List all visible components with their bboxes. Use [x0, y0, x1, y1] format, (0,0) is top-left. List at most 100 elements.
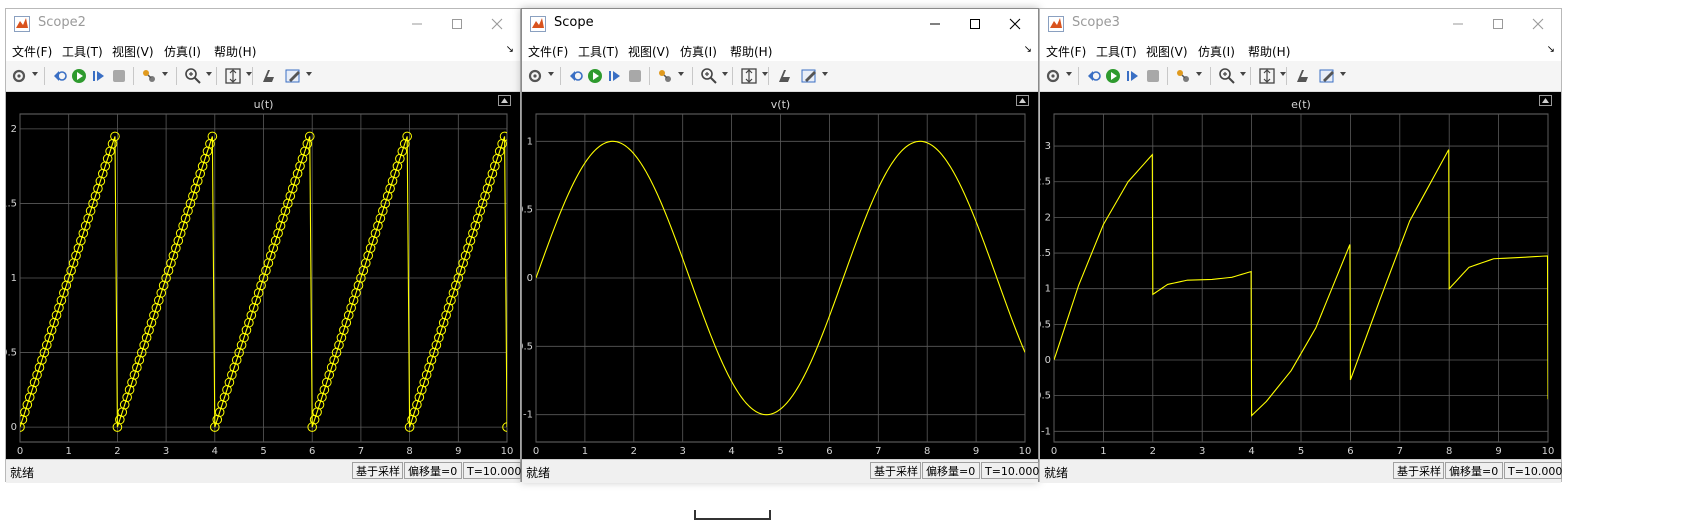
settings-gear-button[interactable] — [1044, 67, 1062, 85]
menu-item-2[interactable]: 视图(V) — [112, 43, 154, 60]
menu-item-4[interactable]: 帮助(H) — [214, 43, 256, 60]
autoscale-icon — [225, 68, 241, 84]
scope-display[interactable]: v(t) 0 1 2 3 4 5 6 7 8 9 10 -1 -0.5 0 0.5 1 — [522, 92, 1038, 459]
chevron-down-icon[interactable] — [762, 72, 768, 76]
zoom-button[interactable] — [184, 67, 202, 85]
zoom-button[interactable] — [1218, 67, 1236, 85]
minimize-button[interactable] — [397, 11, 437, 37]
x-tick-label: 10 — [1019, 446, 1032, 457]
settings-gear-button[interactable] — [10, 67, 28, 85]
chevron-down-icon[interactable] — [822, 72, 828, 76]
x-tick-label: 9 — [973, 446, 979, 457]
minimize-button[interactable] — [915, 11, 955, 37]
chevron-down-icon[interactable] — [1196, 72, 1202, 76]
chevron-down-icon[interactable] — [32, 72, 38, 76]
run-icon — [72, 69, 86, 83]
undock-button[interactable] — [1016, 95, 1029, 106]
stop-button[interactable] — [626, 67, 644, 85]
x-tick-label: 4 — [212, 446, 218, 457]
style-edit-button[interactable] — [1318, 67, 1336, 85]
step-forward-button[interactable] — [1124, 67, 1142, 85]
menu-item-2[interactable]: 视图(V) — [628, 43, 670, 60]
scope-plot[interactable]: e(t) 0 1 2 3 4 5 6 7 8 9 10 -1 -0.5 0 0.5 1 1.5 2 2.5 3 — [1040, 92, 1561, 459]
menu-item-3[interactable]: 仿真(I) — [680, 43, 717, 60]
step-back-button[interactable] — [50, 67, 68, 85]
stop-button[interactable] — [1144, 67, 1162, 85]
menu-item-2[interactable]: 视图(V) — [1146, 43, 1188, 60]
scope-display[interactable]: u(t) 0 1 2 3 4 5 6 7 8 9 10 0 0.5 1 1.5 2 — [6, 92, 520, 459]
chevron-down-icon[interactable] — [678, 72, 684, 76]
stop-button[interactable] — [110, 67, 128, 85]
toolbar-expand-icon[interactable]: ↘ — [1547, 44, 1555, 55]
menu-item-0[interactable]: 文件(F) — [528, 43, 568, 60]
cursor-measure-button[interactable] — [776, 67, 794, 85]
chevron-down-icon[interactable] — [1066, 72, 1072, 76]
minimize-button[interactable] — [1438, 11, 1478, 37]
close-button[interactable] — [1518, 11, 1558, 37]
status-ready: 就绪 — [10, 466, 35, 480]
maximize-button[interactable] — [437, 11, 477, 37]
toolbar-expand-icon[interactable]: ↘ — [1024, 44, 1032, 55]
toolbar-expand-icon[interactable]: ↘ — [506, 44, 514, 55]
undock-icon — [501, 98, 508, 103]
y-tick-label: 3 — [1045, 141, 1051, 152]
scope-window-scope[interactable]: Scope 文件(F) 工具(T) 视图(V) 仿真(I) 帮助(H) ↘ v(t) 0 1 2 3 4… — [521, 8, 1039, 483]
chevron-down-icon[interactable] — [1280, 72, 1286, 76]
autoscale-button[interactable] — [1258, 67, 1276, 85]
scope-display[interactable]: e(t) 0 1 2 3 4 5 6 7 8 9 10 -1 -0.5 0 0.5 1 1.5 2 2.5 3 — [1040, 92, 1561, 459]
chevron-down-icon[interactable] — [548, 72, 554, 76]
toolbar-separator — [1286, 67, 1287, 85]
run-button[interactable] — [1104, 67, 1122, 85]
run-button[interactable] — [586, 67, 604, 85]
y-tick-label: 0.5 — [522, 205, 533, 216]
close-button[interactable] — [995, 11, 1035, 37]
signal-selector-button[interactable] — [1174, 67, 1192, 85]
step-forward-button[interactable] — [90, 67, 108, 85]
menu-item-0[interactable]: 文件(F) — [12, 43, 52, 60]
scope-window-scope3[interactable]: Scope3 文件(F) 工具(T) 视图(V) 仿真(I) 帮助(H) ↘ e(t) 0 1 2 3… — [1039, 8, 1562, 483]
menu-item-1[interactable]: 工具(T) — [1096, 43, 1137, 60]
x-tick-label: 3 — [1199, 446, 1205, 457]
chevron-down-icon[interactable] — [722, 72, 728, 76]
chevron-down-icon[interactable] — [162, 72, 168, 76]
signal-selector-button[interactable] — [140, 67, 158, 85]
cursor-measure-button[interactable] — [1294, 67, 1312, 85]
chevron-down-icon[interactable] — [1240, 72, 1246, 76]
settings-gear-button[interactable] — [526, 67, 544, 85]
chevron-down-icon[interactable] — [306, 72, 312, 76]
chevron-down-icon[interactable] — [206, 72, 212, 76]
x-tick-label: 0 — [533, 446, 539, 457]
step-forward-button[interactable] — [606, 67, 624, 85]
menu-item-0[interactable]: 文件(F) — [1046, 43, 1086, 60]
style-edit-button[interactable] — [284, 67, 302, 85]
scope-toolbar — [1040, 61, 1561, 92]
autoscale-button[interactable] — [740, 67, 758, 85]
close-button[interactable] — [477, 11, 517, 37]
menu-item-3[interactable]: 仿真(I) — [1198, 43, 1235, 60]
scope-plot[interactable]: v(t) 0 1 2 3 4 5 6 7 8 9 10 -1 -0.5 0 0.5 1 — [522, 92, 1038, 459]
chevron-down-icon[interactable] — [246, 72, 252, 76]
undock-button[interactable] — [498, 95, 511, 106]
chevron-down-icon[interactable] — [1340, 72, 1346, 76]
menu-item-1[interactable]: 工具(T) — [578, 43, 619, 60]
toolbar-separator — [1210, 67, 1211, 85]
zoom-button[interactable] — [700, 67, 718, 85]
style-edit-button[interactable] — [800, 67, 818, 85]
menu-item-4[interactable]: 帮助(H) — [730, 43, 772, 60]
menu-item-1[interactable]: 工具(T) — [62, 43, 103, 60]
autoscale-button[interactable] — [224, 67, 242, 85]
scope-window-scope2[interactable]: Scope2 文件(F) 工具(T) 视图(V) 仿真(I) 帮助(H) ↘ u(t) 0 1 2 3… — [5, 8, 521, 483]
maximize-button[interactable] — [955, 11, 995, 37]
close-icon — [491, 18, 503, 30]
scope-plot[interactable]: u(t) 0 1 2 3 4 5 6 7 8 9 10 0 0.5 1 1.5 2 — [6, 92, 520, 459]
matlab-logo-icon — [1048, 16, 1064, 32]
step-back-button[interactable] — [566, 67, 584, 85]
cursor-measure-button[interactable] — [260, 67, 278, 85]
menu-item-3[interactable]: 仿真(I) — [164, 43, 201, 60]
menu-item-4[interactable]: 帮助(H) — [1248, 43, 1290, 60]
signal-selector-button[interactable] — [656, 67, 674, 85]
run-button[interactable] — [70, 67, 88, 85]
maximize-button[interactable] — [1478, 11, 1518, 37]
undock-button[interactable] — [1539, 95, 1552, 106]
step-back-button[interactable] — [1084, 67, 1102, 85]
